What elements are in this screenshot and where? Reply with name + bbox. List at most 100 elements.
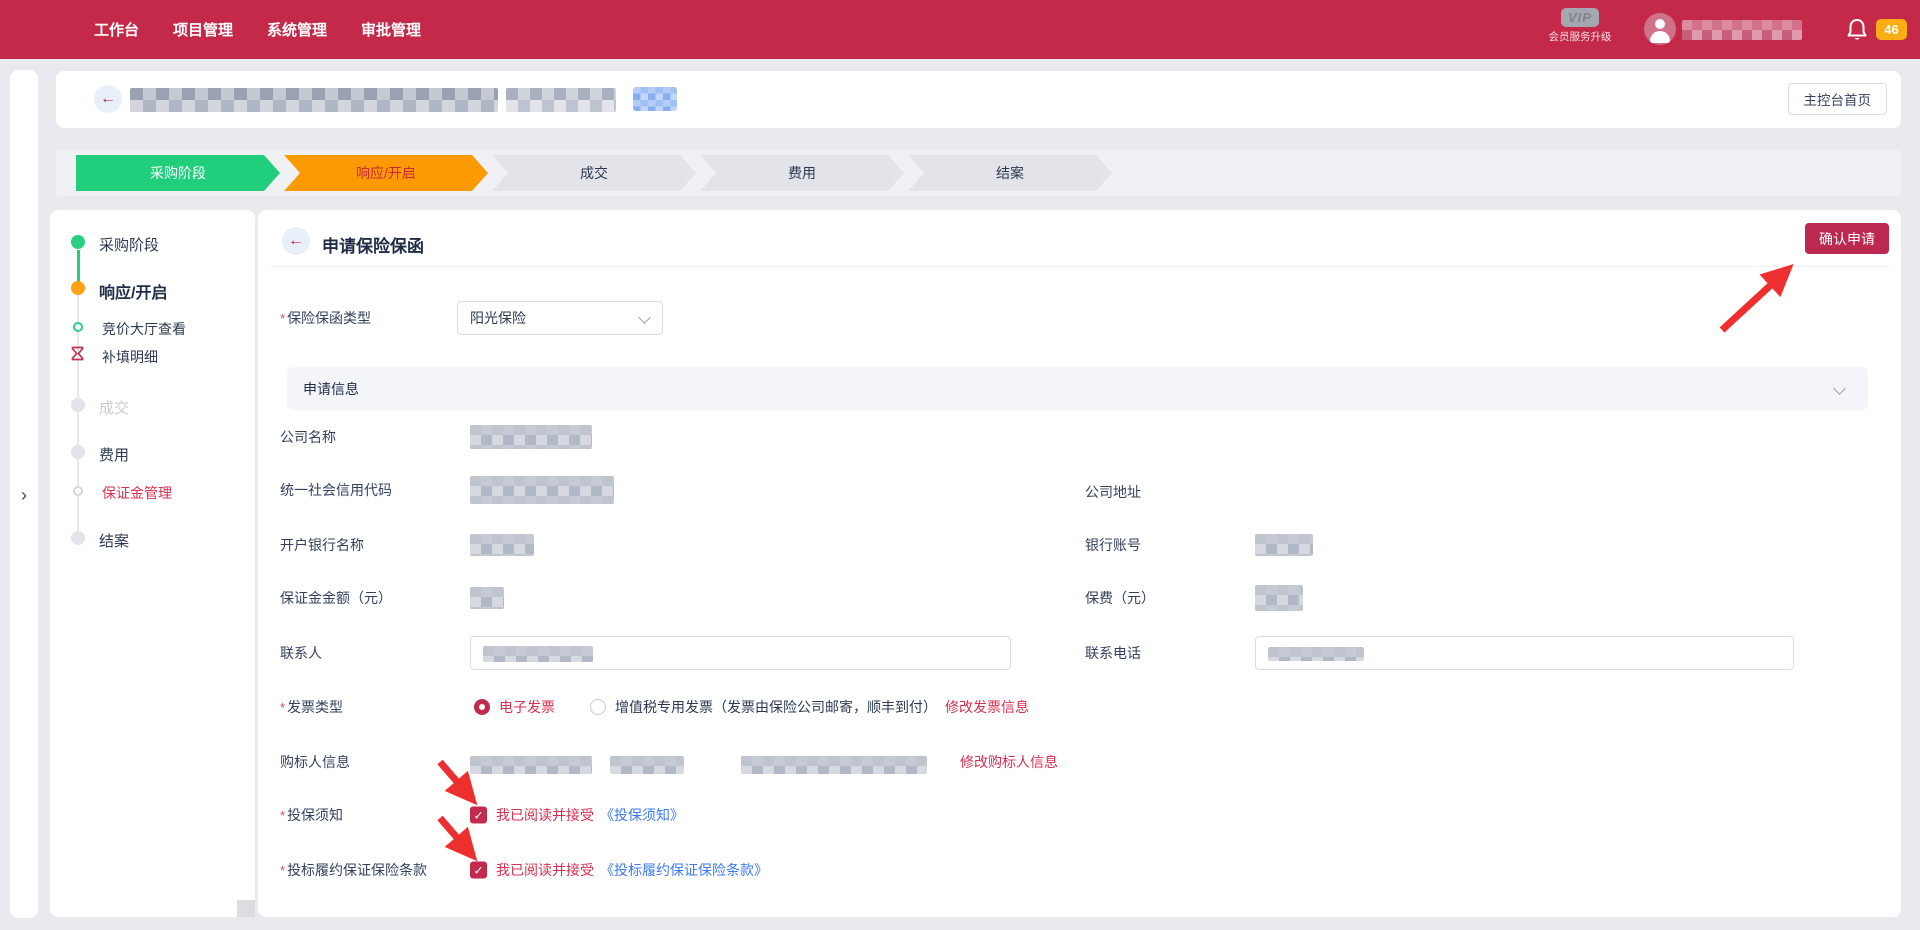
radio-electronic-invoice[interactable] (474, 699, 490, 715)
horizontal-scrollbar-thumb[interactable] (237, 900, 255, 917)
timeline-dot-response (71, 281, 85, 295)
buyer-info-label: 购标人信息 (280, 752, 350, 772)
terms-agree-text: 我已阅读并接受 (496, 860, 594, 880)
top-navigation-bar: 工作台 项目管理 系统管理 审批管理 VIP 会员服务升级 46 (0, 0, 1920, 59)
contact-label: 联系人 (280, 643, 322, 663)
section-title: 申请信息 (303, 379, 359, 399)
phase-step-closing[interactable]: 结案 (908, 155, 1112, 191)
edit-buyer-info-link[interactable]: 修改购标人信息 (960, 752, 1058, 772)
avatar-person-icon (1655, 19, 1665, 29)
hourglass-icon (71, 346, 84, 361)
redacted-buyer-contact (741, 756, 927, 774)
redacted-buyer-id (610, 756, 684, 774)
bidding-hall-ring-icon (73, 322, 83, 332)
timeline-dot-closing (71, 531, 85, 545)
redacted-username (1682, 20, 1802, 40)
sidebar-item-deposit-management[interactable]: 保证金管理 (102, 483, 172, 503)
nav-item-system-management[interactable]: 系统管理 (267, 19, 327, 40)
performance-terms-label: *投标履约保证保险条款 (280, 860, 427, 880)
stage-timeline-sidebar: 采购阶段 响应/开启 竞价大厅查看 补填明细 成交 费用 保证金管理 结案 (50, 210, 255, 917)
redacted-phone-value (1268, 647, 1364, 661)
sidebar-item-deal[interactable]: 成交 (99, 397, 129, 418)
sidebar-item-fill-details[interactable]: 补填明细 (102, 347, 158, 367)
performance-terms-link[interactable]: 《投标履约保证保险条款》 (600, 860, 768, 880)
console-home-button[interactable]: 主控台首页 (1788, 83, 1888, 115)
sidebar-item-response-open[interactable]: 响应/开启 (99, 279, 167, 303)
back-arrow-icon: ← (100, 90, 116, 108)
redacted-credit-code (470, 476, 614, 504)
nav-item-workbench[interactable]: 工作台 (94, 19, 139, 40)
insurance-notice-label: *投保须知 (280, 805, 343, 825)
user-avatar[interactable] (1644, 13, 1676, 45)
vip-caption: 会员服务升级 (1540, 29, 1620, 44)
deposit-amount-label: 保证金金额（元） (280, 588, 392, 608)
confirm-apply-button[interactable]: 确认申请 (1805, 223, 1889, 254)
check-icon: ✓ (473, 863, 483, 877)
redacted-contact-value (483, 646, 593, 662)
drawer-expand-icon[interactable]: › (14, 482, 34, 508)
contact-input[interactable] (470, 636, 1011, 670)
form-back-button[interactable]: ← (282, 227, 310, 255)
timeline-connector-done (77, 250, 80, 282)
guarantee-type-select[interactable]: 阳光保险 (457, 301, 663, 335)
guarantee-type-label: *保险保函类型 (280, 308, 371, 328)
radio-vat-invoice[interactable] (590, 699, 606, 715)
premium-label: 保费（元） (1085, 588, 1155, 608)
sidebar-item-closing[interactable]: 结案 (99, 530, 129, 551)
redacted-buyer-name (470, 756, 592, 774)
application-info-section-header[interactable]: 申请信息 (287, 367, 1868, 410)
company-name-label: 公司名称 (280, 427, 336, 447)
insurance-guarantee-form: ← 申请保险保函 确认申请 *保险保函类型 阳光保险 申请信息 公司名称 统一社… (258, 210, 1901, 917)
phase-step-fees[interactable]: 费用 (700, 155, 904, 191)
redacted-deposit-amount (470, 587, 504, 609)
notification-bell-icon[interactable] (1844, 17, 1870, 43)
page-title: 申请保险保函 (322, 232, 424, 257)
vip-icon: VIP (1561, 8, 1599, 27)
phone-input[interactable] (1255, 636, 1794, 670)
terms-agree-checkbox[interactable]: ✓ (470, 862, 487, 879)
check-icon: ✓ (473, 808, 483, 822)
page-header: ← 主控台首页 (56, 71, 1901, 128)
deposit-ring-icon (73, 486, 83, 496)
phase-progress-bar: 采购阶段 响应/开启 成交 费用 结案 (56, 150, 1901, 196)
chevron-down-icon (638, 311, 651, 324)
redacted-premium (1255, 585, 1303, 611)
sidebar-item-fees[interactable]: 费用 (99, 444, 129, 465)
bank-account-label: 银行账号 (1085, 535, 1141, 555)
redacted-project-title (130, 88, 498, 112)
section-collapse-icon[interactable] (1833, 382, 1846, 395)
nav-item-approval-management[interactable]: 审批管理 (361, 19, 421, 40)
back-arrow-icon: ← (288, 232, 304, 250)
vip-upgrade[interactable]: VIP 会员服务升级 (1540, 8, 1620, 44)
notification-count-badge[interactable]: 46 (1876, 19, 1907, 40)
vat-invoice-option-label[interactable]: 增值税专用发票（发票由保险公司邮寄，顺丰到付） (615, 697, 937, 717)
edit-invoice-info-link[interactable]: 修改发票信息 (945, 697, 1029, 717)
notice-agree-text: 我已阅读并接受 (496, 805, 594, 825)
phone-label: 联系电话 (1085, 643, 1141, 663)
divider (270, 266, 1889, 267)
bank-name-label: 开户银行名称 (280, 535, 364, 555)
nav-item-project-management[interactable]: 项目管理 (173, 19, 233, 40)
redacted-status-badge (633, 87, 677, 111)
timeline-dot-procurement (71, 235, 85, 249)
sidebar-item-bidding-hall[interactable]: 竞价大厅查看 (102, 319, 186, 339)
electronic-invoice-option-label[interactable]: 电子发票 (499, 697, 555, 717)
notice-agree-checkbox[interactable]: ✓ (470, 807, 487, 824)
redacted-bank-account (1255, 534, 1313, 556)
timeline-dot-fees (71, 445, 85, 459)
redacted-company-name (470, 425, 592, 449)
insurance-notice-link[interactable]: 《投保须知》 (600, 805, 684, 825)
timeline-dot-deal (71, 398, 85, 412)
company-address-label: 公司地址 (1085, 482, 1141, 502)
redacted-project-code (506, 88, 616, 112)
header-back-button[interactable]: ← (94, 85, 122, 113)
phase-step-procurement[interactable]: 采购阶段 (76, 155, 280, 191)
phase-step-deal[interactable]: 成交 (492, 155, 696, 191)
sidebar-item-procurement[interactable]: 采购阶段 (99, 234, 159, 255)
credit-code-label: 统一社会信用代码 (280, 480, 392, 500)
phase-step-response-open[interactable]: 响应/开启 (284, 155, 488, 191)
main-nav: 工作台 项目管理 系统管理 审批管理 (0, 19, 421, 40)
invoice-type-label: *发票类型 (280, 697, 343, 717)
collapsed-side-drawer: › (10, 70, 38, 918)
redacted-bank-name (470, 534, 534, 556)
